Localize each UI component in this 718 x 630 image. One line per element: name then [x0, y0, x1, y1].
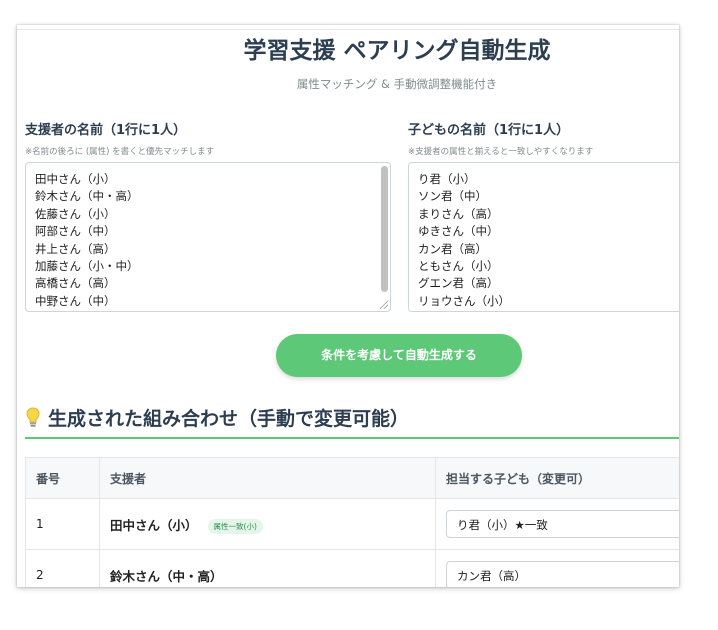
children-textarea[interactable]: り君（小） ソン君（中） まりさん（高） ゆきさん（中） カン君（高） ともさん…	[408, 162, 679, 312]
child-line: カン君（高）	[418, 241, 487, 256]
child-select[interactable]: り君（小）★一致	[446, 510, 679, 538]
results-divider	[25, 437, 679, 439]
row-number: 2	[25, 549, 100, 587]
resize-grip-icon[interactable]	[380, 301, 388, 309]
table-row: 1 田中さん（小） 属性一致(小) り君（小）★一致	[25, 498, 679, 550]
supporters-textarea[interactable]: 田中さん（小） 鈴木さん（中・高） 佐藤さん（小） 阿部さん（中） 井上さん（高…	[25, 162, 391, 312]
child-select[interactable]: カン君（高）	[446, 561, 679, 587]
supporter-line: 井上さん（高）	[35, 241, 116, 256]
child-line: ソン君（中）	[418, 189, 487, 204]
child-line: り君（小）	[418, 172, 476, 186]
supporter-line: 加藤さん（小・中）	[35, 259, 139, 274]
child-line: グエン君（高）	[418, 276, 499, 291]
child-cell: カン君（高）	[435, 549, 679, 587]
supporter-line: 鈴木さん（中・高）	[35, 189, 139, 204]
match-badge: 属性一致(小)	[207, 518, 263, 534]
top-divider	[17, 29, 679, 30]
supporter-cell: 田中さん（小） 属性一致(小)	[99, 498, 436, 550]
children-label: 子どもの名前（1行に1人）	[408, 123, 570, 138]
pairing-table: 番号 支援者 担当する子ども（変更可） 1 田中さん（小） 属性一致(小) り君（…	[25, 457, 679, 587]
supporter-line: 高橋さん（高）	[35, 276, 116, 291]
results-title: 生成された組み合わせ（手動で変更可能）	[48, 407, 410, 430]
table-header-row: 番号 支援者 担当する子ども（変更可）	[25, 457, 679, 499]
supporters-scrollbar[interactable]	[381, 166, 388, 292]
column-header-child: 担当する子ども（変更可）	[435, 457, 679, 499]
child-line: まりさん（高）	[418, 206, 499, 221]
supporter-line: 中野さん（中）	[35, 293, 116, 308]
column-header-supporter: 支援者	[99, 457, 436, 499]
supporter-line: 佐藤さん（小）	[35, 206, 116, 221]
supporter-line: 阿部さん（中）	[35, 224, 116, 239]
supporters-hint: ※名前の後ろに (属性) を書くと優先マッチします	[25, 147, 215, 157]
supporters-label: 支援者の名前（1行に1人）	[25, 123, 187, 138]
row-number: 1	[25, 498, 100, 550]
page-subtitle: 属性マッチング & 手動微調整機能付き	[296, 77, 498, 91]
results-heading: 生成された組み合わせ（手動で変更可能）	[25, 402, 679, 432]
child-cell: り君（小）★一致	[435, 498, 679, 550]
supporter-line: 田中さん（小）	[35, 172, 116, 186]
page-title: 学習支援 ペアリング自動生成	[243, 38, 551, 64]
children-hint: ※支援者の属性と揃えると一致しやすくなります	[408, 147, 594, 157]
column-header-number: 番号	[25, 457, 100, 499]
child-line: ゆきさん（中）	[418, 224, 499, 239]
app-window: 学習支援 ペアリング自動生成 属性マッチング & 手動微調整機能付き 支援者の名…	[17, 25, 679, 587]
generate-button[interactable]: 条件を考慮して自動生成する	[276, 334, 522, 377]
child-line: リョウさん（小）	[418, 293, 510, 308]
child-line: ともさん（小）	[418, 259, 499, 274]
table-row: 2 鈴木さん（中・高） カン君（高）	[25, 549, 679, 587]
supporter-name: 田中さん（小）	[110, 517, 198, 533]
lightbulb-icon	[25, 406, 41, 428]
supporter-name: 鈴木さん（中・高）	[110, 568, 223, 584]
supporter-cell: 鈴木さん（中・高）	[99, 549, 436, 587]
